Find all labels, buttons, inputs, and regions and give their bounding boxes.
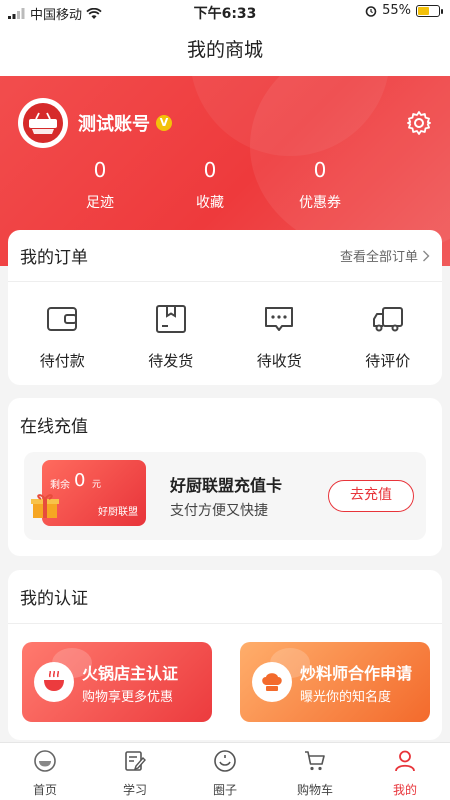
stat-favorites[interactable]: 0 收藏 — [155, 156, 265, 212]
tab-label: 学习 — [122, 783, 147, 797]
tab-study[interactable]: 学习 — [90, 743, 180, 800]
page-title: 我的商城 — [0, 24, 450, 76]
stat-label: 优惠券 — [299, 195, 341, 211]
certification-header: 我的认证 — [8, 570, 442, 624]
certification-card: 我的认证 火锅店主认证 购物享更多优惠 炒料师合作申请 曝光你的知名度 — [8, 570, 442, 740]
stat-label: 收藏 — [196, 195, 224, 211]
basket-logo-icon — [29, 112, 57, 134]
order-pending-receipt[interactable]: 待收货 — [229, 302, 329, 371]
view-all-orders-label: 查看全部订单 — [339, 250, 418, 265]
cert-subtitle: 购物享更多优惠 — [82, 690, 174, 705]
battery-icon — [416, 4, 443, 17]
brand-logo — [23, 103, 63, 143]
tab-label: 圈子 — [212, 783, 237, 797]
order-item-label: 待评价 — [365, 352, 411, 370]
orders-title: 我的订单 — [20, 248, 88, 268]
recharge-header: 在线充值 — [8, 398, 442, 450]
hotpot-owner-cert-button[interactable]: 火锅店主认证 购物享更多优惠 — [22, 642, 212, 722]
username[interactable]: 测试账号 V — [78, 110, 172, 136]
box-icon — [155, 305, 186, 333]
username-text: 测试账号 — [78, 114, 150, 135]
card-amount: 0 — [74, 470, 86, 491]
order-item-label: 待付款 — [39, 352, 85, 370]
order-pending-review[interactable]: 待评价 — [338, 302, 438, 371]
order-item-label: 待收货 — [256, 352, 302, 370]
gift-box-icon — [31, 494, 59, 518]
truck-icon — [372, 307, 403, 332]
stat-value: 0 — [203, 158, 217, 182]
recharge-card: 在线充值 剩余 0 元 好厨联盟 好厨联盟充值卡 支付方便又快捷 去充值 — [8, 398, 442, 556]
chevron-right-icon — [423, 250, 430, 261]
tab-community[interactable]: 圈子 — [180, 743, 270, 800]
stat-value: 0 — [93, 158, 107, 182]
recharge-button[interactable]: 去充值 — [328, 480, 414, 512]
tab-label: 购物车 — [296, 783, 333, 797]
status-bar: 中国移动 下午6:33 55% — [0, 0, 450, 24]
card-brand: 好厨联盟 — [98, 507, 138, 518]
chef-hat-icon — [252, 662, 292, 702]
message-icon — [265, 307, 294, 331]
alarm-icon — [365, 5, 377, 17]
stat-footprint[interactable]: 0 足迹 — [45, 156, 155, 212]
stat-value: 0 — [313, 158, 327, 182]
recharge-card-subtitle: 支付方便又快捷 — [170, 503, 268, 519]
battery-percent: 55% — [382, 3, 411, 18]
profile-stats: 0 足迹 0 收藏 0 优惠券 — [0, 156, 450, 212]
cart-icon — [305, 751, 325, 771]
card-unit: 元 — [92, 480, 102, 490]
orders-header: 我的订单 查看全部订单 — [8, 230, 442, 282]
hotpot-icon — [34, 662, 74, 702]
home-bowl-icon — [34, 750, 56, 772]
recharge-card-name: 好厨联盟充值卡 — [170, 476, 283, 495]
orders-card: 我的订单 查看全部订单 待付款 待发货 待收货 待评价 — [8, 230, 442, 385]
settings-gear-icon[interactable] — [406, 110, 432, 136]
wallet-icon — [47, 307, 78, 331]
bottom-tab-bar: 首页 学习 圈子 购物车 我的 — [0, 742, 450, 800]
view-all-orders-link[interactable]: 查看全部订单 — [340, 246, 430, 265]
recharge-card-panel[interactable]: 剩余 0 元 好厨联盟 好厨联盟充值卡 支付方便又快捷 去充值 — [24, 452, 426, 540]
certification-title: 我的认证 — [20, 589, 88, 609]
tab-home[interactable]: 首页 — [0, 743, 90, 800]
card-remaining-label: 剩余 — [50, 480, 70, 491]
battery-fill — [418, 6, 429, 15]
order-status-row: 待付款 待发货 待收货 待评价 — [8, 282, 442, 371]
verified-badge: V — [156, 115, 172, 131]
cert-title: 炒料师合作申请 — [300, 664, 413, 683]
order-pending-payment[interactable]: 待付款 — [12, 302, 112, 371]
tab-label: 我的 — [392, 783, 417, 797]
order-pending-shipment[interactable]: 待发货 — [121, 302, 221, 371]
cert-subtitle: 曝光你的知名度 — [300, 690, 392, 705]
tab-label: 首页 — [32, 783, 57, 797]
circle-icon — [214, 750, 236, 772]
tab-cart[interactable]: 购物车 — [270, 743, 360, 800]
edit-note-icon — [125, 751, 146, 771]
seasoning-chef-apply-button[interactable]: 炒料师合作申请 曝光你的知名度 — [240, 642, 430, 722]
order-item-label: 待发货 — [148, 352, 194, 370]
recharge-title: 在线充值 — [20, 416, 88, 437]
stat-label: 足迹 — [86, 195, 114, 211]
stat-coupons[interactable]: 0 优惠券 — [265, 156, 375, 212]
cert-title: 火锅店主认证 — [82, 664, 179, 683]
avatar[interactable] — [18, 98, 68, 148]
tab-profile[interactable]: 我的 — [360, 743, 450, 800]
user-icon — [395, 750, 415, 772]
status-right: 55% — [365, 3, 443, 18]
